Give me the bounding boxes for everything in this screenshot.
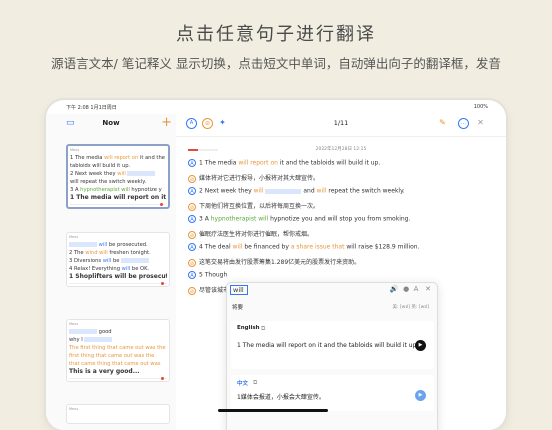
toolbar: A ⊘ ✦ 1/11 ✎ … ✕: [176, 114, 506, 137]
note-card[interactable]: Meus good why I The first thing that cam…: [66, 319, 170, 382]
card-line: will be prosecuted.: [69, 241, 167, 249]
close-icon[interactable]: ✕: [425, 285, 431, 293]
status-battery: 100%: [473, 104, 488, 110]
status-time: 下午 2:08 1月1日周日: [66, 105, 117, 111]
card-meta: Meus: [70, 148, 80, 152]
note-date: 2022年12月28日 12:15: [315, 147, 367, 152]
card-line: why I: [69, 336, 167, 344]
sidebar: ▭ Now + Meus 1 The media will report on …: [46, 114, 177, 430]
english-section: English ⧉ 1 The media will report on it …: [231, 321, 434, 369]
sentence-line[interactable]: A1 The media will report on it and the t…: [188, 159, 380, 167]
sentence-line[interactable]: A4 The deal will be financed by a share …: [188, 243, 420, 251]
text-size-icon[interactable]: A: [414, 285, 419, 293]
source-mark-icon: A: [188, 215, 196, 223]
card-line: 4 Relax! Everything will be OK.: [69, 266, 150, 272]
add-icon[interactable]: +: [161, 115, 172, 130]
card-line: tabloids will build it up.: [70, 163, 131, 169]
card-line: The first thing that came out was the: [69, 345, 166, 351]
card-line: 3 A hypnotherapist will hypnotize y: [70, 187, 162, 193]
sentence-line[interactable]: A2 Next week they will and will repeat t…: [188, 187, 405, 195]
card-line: first thing that came out was the: [69, 353, 155, 359]
note-card[interactable]: Meus will be prosecuted. 2 The wind will…: [66, 232, 170, 287]
card-line: 1 Shoplifters will be prosecut...: [69, 273, 167, 280]
note-mark-icon: ⊘: [188, 202, 196, 211]
page-counter: 1/11: [333, 119, 349, 127]
home-indicator: [218, 409, 328, 412]
popup-actions: 🔊 ● A ✕: [390, 285, 431, 293]
card-line: 1 The media will report on it and the: [70, 155, 165, 161]
progress-bar: [69, 377, 167, 380]
note-mark-icon: ⊘: [188, 286, 196, 295]
speaker-icon[interactable]: 🔊: [390, 285, 399, 293]
status-bar: 下午 2:08 1月1日周日 100%: [46, 100, 506, 114]
translation-popup: will 🔊 ● A ✕ 将要 美: [wɪl] 英: [wɪl] Englis…: [226, 282, 438, 430]
card-meta: Meus: [69, 322, 79, 326]
close-icon[interactable]: ✕: [476, 118, 485, 127]
edit-icon[interactable]: ✎: [438, 118, 447, 127]
card-line: 1 The media will report on it and t: [70, 194, 166, 201]
chinese-section: 中文 ⧉ 1媒体会报道，小报会大肆宣传。 ▶: [231, 375, 434, 411]
more-icon[interactable]: …: [458, 118, 469, 129]
card-line: 3 Diversions will be: [69, 257, 167, 265]
subline: 源语言文本/ 笔记释义 显示切换，点击短文中单词，自动弹出向子的翻译框，发音: [51, 56, 501, 71]
popup-definition: 将要: [232, 305, 244, 311]
source-mark-icon: A: [188, 187, 196, 195]
card-meta: Meus: [69, 407, 79, 411]
note-card[interactable]: Meus 1 The media will report on it and t…: [66, 144, 170, 209]
sidebar-title: Now: [102, 119, 120, 127]
reader-pane: A ⊘ ✦ 1/11 ✎ … ✕ 2022年12月28日 12:15 A1 Th…: [176, 114, 506, 430]
ipad-frame: 下午 2:08 1月1日周日 100% ▭ Now + Meus 1 The m…: [46, 100, 506, 430]
copy-icon[interactable]: ⧉: [253, 379, 257, 387]
translation-line[interactable]: ⊘ 媒体将对它进行报导，小报将对其大肆宣传。: [188, 173, 319, 183]
chinese-text: 1媒体会报道，小报会大肆宣传。: [237, 394, 325, 401]
sentence-line[interactable]: A3 A hypnotherapist will hypnotize you a…: [188, 215, 410, 223]
card-meta: Meus: [69, 235, 79, 239]
note-mark-icon: ⊘: [188, 174, 196, 183]
play-icon[interactable]: ▶: [415, 340, 426, 351]
card-line: This is a very good...: [69, 368, 140, 375]
translation-line[interactable]: ⊘ 尽管该城市: [188, 285, 229, 295]
note-mark-icon: ⊘: [188, 230, 196, 239]
progress-bar: [70, 203, 166, 206]
source-mark-icon: A: [188, 243, 196, 251]
play-icon[interactable]: ▶: [415, 390, 426, 401]
english-label: English: [237, 325, 260, 331]
card-line: 2 Next week they will: [70, 170, 166, 178]
note-card[interactable]: Meus: [66, 404, 170, 424]
popup-word[interactable]: will: [230, 285, 248, 295]
chinese-label: 中文: [237, 381, 249, 387]
note-mark-icon: ⊘: [188, 258, 196, 267]
popup-phonetic: 美: [wɪl] 英: [wɪl]: [392, 305, 429, 310]
card-line: 2 The wind will freshen tonight.: [69, 250, 151, 256]
translation-line[interactable]: ⊘ 这笔交易将由发行股票筹集1.289亿美元的股票发行来资助。: [188, 257, 360, 267]
translation-line[interactable]: ⊘ 下周他们将互换位置，以后将每周互换一次。: [188, 201, 319, 211]
sidebar-header: ▭ Now +: [46, 114, 176, 136]
headline: 点击任意句子进行翻译: [176, 24, 376, 45]
source-mark-icon: A: [188, 271, 196, 279]
progress-bar: [69, 282, 167, 285]
card-line: will repeat the switch weekly.: [70, 179, 147, 185]
sentence-line[interactable]: A5 Though: [188, 271, 227, 279]
card-line: good: [69, 328, 167, 336]
card-line: that came thing that came out was: [69, 361, 161, 367]
source-mark-icon: A: [188, 159, 196, 167]
english-text: 1 The media will report on it and the ta…: [237, 342, 419, 349]
translation-line[interactable]: ⊘ 催眠疗法医生将对你进行催眠，帮你戒烟。: [188, 229, 313, 239]
apple-icon[interactable]: ●: [403, 285, 409, 293]
copy-icon[interactable]: ⧉: [261, 325, 265, 333]
